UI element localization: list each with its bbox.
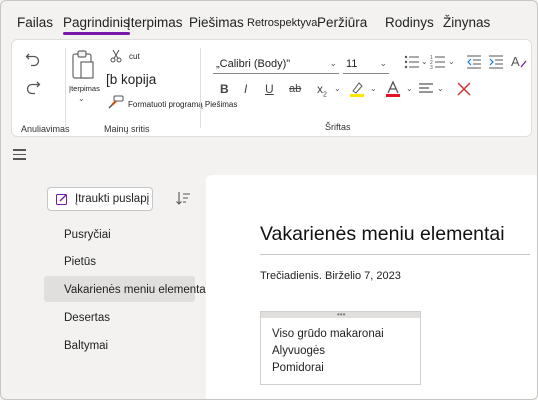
highlight-color-bar xyxy=(350,94,364,97)
tab-insert[interactable]: Įterpimas xyxy=(127,15,183,30)
tab-view[interactable]: Rodinys xyxy=(385,15,434,30)
tab-file[interactable]: Failas xyxy=(17,15,53,30)
note-drag-handle[interactable]: ••• xyxy=(261,310,420,319)
format-painter-label[interactable]: Formatuoti programą Piešimas xyxy=(128,100,237,109)
font-size-value: 11 xyxy=(346,57,358,70)
drag-dots-icon: ••• xyxy=(337,310,346,319)
styles-icon[interactable]: A xyxy=(510,53,528,71)
page-item-selected[interactable]: Vakarienės meniu elementai xyxy=(64,284,208,296)
format-painter-icon[interactable] xyxy=(108,95,124,109)
page-title[interactable]: Vakarienės meniu elementai xyxy=(260,223,505,246)
copy-label[interactable]: [b kopija xyxy=(106,72,156,87)
tab-retrospective[interactable]: Retrospektyva xyxy=(247,17,317,29)
svg-text:3: 3 xyxy=(430,65,433,70)
paste-icon[interactable] xyxy=(70,48,96,82)
align-icon[interactable] xyxy=(418,81,434,97)
italic-button[interactable]: I xyxy=(244,82,247,96)
bullets-icon[interactable] xyxy=(404,54,420,70)
add-page-icon xyxy=(56,194,67,205)
font-group-label: Šriftas xyxy=(325,122,351,132)
highlighter-icon[interactable] xyxy=(348,80,366,98)
subscript-button[interactable]: x2 xyxy=(317,82,327,98)
strikethrough-button[interactable]: ab xyxy=(289,83,301,95)
title-divider xyxy=(260,254,530,255)
scissors-icon[interactable] xyxy=(110,49,122,63)
redo-icon[interactable] xyxy=(24,78,42,96)
page-item[interactable]: Baltymai xyxy=(64,340,108,352)
note-line[interactable]: Alyvuogės xyxy=(272,345,325,357)
underline-button[interactable]: U xyxy=(265,82,274,96)
numbering-icon[interactable]: 123 xyxy=(430,54,446,70)
font-name-value: „Calibri (Body)" xyxy=(216,57,291,70)
page-item[interactable]: Pusryčiai xyxy=(64,229,111,241)
add-page-label: Įtraukti puslapį xyxy=(75,193,150,205)
add-page-button[interactable]: Įtraukti puslapį xyxy=(47,187,153,211)
clipboard-group-label: Mainų sritis xyxy=(104,124,150,134)
page-item[interactable]: Desertas xyxy=(64,312,110,324)
ribbon-separator xyxy=(200,48,201,128)
tab-home[interactable]: Pagrindinis xyxy=(63,15,130,35)
onenote-window: Failas Pagrindinis Įterpimas Piešimas Re… xyxy=(0,0,538,400)
sort-icon[interactable] xyxy=(175,190,191,206)
chevron-down-icon: ⌄ xyxy=(379,58,387,68)
paste-label: Įterpimas xyxy=(69,84,100,93)
chevron-down-icon[interactable]: ⌄ xyxy=(370,84,377,93)
page-item[interactable]: Pietūs xyxy=(64,256,96,268)
bold-button[interactable]: B xyxy=(220,82,229,96)
chevron-down-icon[interactable]: ⌄ xyxy=(334,84,341,93)
font-color-icon[interactable] xyxy=(384,80,402,98)
ribbon: Anuliavimas Įterpimas ⌄ cut [b kopija Fo… xyxy=(11,39,532,137)
chevron-down-icon[interactable]: ⌄ xyxy=(406,84,413,93)
menu-bar: Failas Pagrindinis Įterpimas Piešimas Re… xyxy=(1,1,537,37)
clear-formatting-icon[interactable] xyxy=(456,81,472,97)
undo-group-label: Anuliavimas xyxy=(21,124,70,134)
font-size-combo[interactable]: 11 ⌄ xyxy=(343,54,389,74)
ribbon-separator xyxy=(65,48,66,128)
note-line[interactable]: Pomidorai xyxy=(272,362,324,374)
chevron-down-icon[interactable]: ⌄ xyxy=(421,57,428,66)
font-name-combo[interactable]: „Calibri (Body)" ⌄ xyxy=(213,54,339,74)
decrease-indent-icon[interactable] xyxy=(466,54,482,70)
note-line[interactable]: Viso grūdo makaronai xyxy=(272,328,384,340)
tab-review[interactable]: Peržiūra xyxy=(317,15,367,30)
hamburger-icon[interactable] xyxy=(13,149,26,160)
active-tab-indicator xyxy=(63,32,130,35)
chevron-down-icon[interactable]: ⌄ xyxy=(448,57,455,66)
page-date: Trečiadienis. Birželio 7, 2023 xyxy=(260,270,401,282)
increase-indent-icon[interactable] xyxy=(488,54,504,70)
chevron-down-icon: ⌄ xyxy=(329,58,337,68)
cut-label[interactable]: cut xyxy=(129,52,140,61)
paste-dropdown-chevron[interactable]: ⌄ xyxy=(78,94,85,103)
chevron-down-icon[interactable]: ⌄ xyxy=(437,84,444,93)
tab-draw[interactable]: Piešimas xyxy=(189,15,244,30)
note-container[interactable]: ••• Viso grūdo makaronai Alyvuogės Pomid… xyxy=(260,310,421,385)
tab-help[interactable]: Žinynas xyxy=(443,15,490,30)
undo-icon[interactable] xyxy=(24,50,42,68)
svg-text:A: A xyxy=(511,54,520,69)
tab-home-label: Pagrindinis xyxy=(63,15,130,30)
